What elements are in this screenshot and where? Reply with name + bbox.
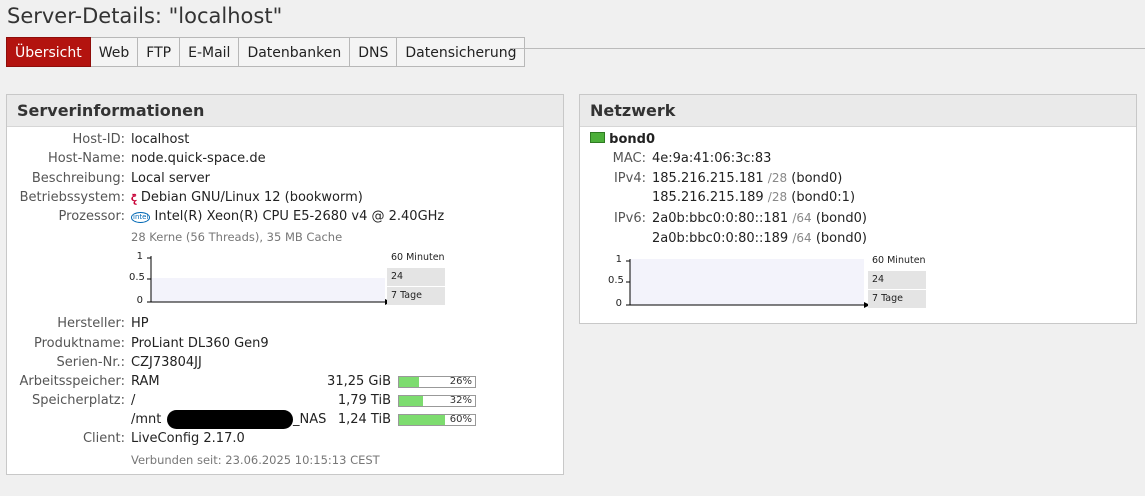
storage-root-usage-bar: 32% (398, 395, 476, 407)
load-range-60min[interactable]: 60 Minuten (387, 249, 445, 267)
ipv6-address: 2a0b:bbc0:0:80::189 (652, 231, 789, 246)
network-title: Netzwerk (580, 95, 1136, 127)
memory-usage-text: 26% (449, 376, 472, 387)
ipv4-label: IPv4: (613, 171, 646, 186)
ipv6-address: 2a0b:bbc0:0:80::181 (652, 211, 789, 226)
host-name-label: Host-Name: (47, 151, 125, 166)
storage-nas-usage-bar: 60% (398, 414, 476, 426)
load-tick-0: 0 (136, 295, 143, 306)
ipv4-row-1: 185.216.215.181 /28 (bond0) (652, 171, 842, 186)
traffic-tick-1: 1 (615, 254, 622, 265)
product-label: Produktname: (34, 336, 125, 351)
client-label: Client: (82, 431, 125, 446)
server-info-title: Serverinformationen (7, 95, 563, 127)
memory-usage-fill (399, 377, 419, 387)
product-value: ProLiant DL360 Gen9 (131, 336, 269, 351)
traffic-chart-plot (626, 259, 870, 308)
ipv4-device: (bond0:1) (791, 190, 856, 205)
load-chart: 1 0.5 0 60 Minuten 24 Stunden 7 Tage (125, 251, 455, 311)
description-label: Beschreibung: (31, 171, 125, 186)
load-chart-area (151, 278, 385, 302)
traffic-chart: 1 0.5 0 60 Minuten 24 Stunden 7 Tage (604, 254, 934, 314)
tab-email[interactable]: E-Mail (180, 37, 240, 67)
ipv6-label: IPv6: (613, 211, 646, 226)
redaction-mark (167, 410, 293, 429)
mac-value: 4e:9a:41:06:3c:83 (652, 151, 772, 166)
traffic-range-7d[interactable]: 7 Tage (868, 290, 926, 308)
ipv4-prefix: /28 (767, 190, 788, 204)
storage-nas-usage-fill (399, 415, 445, 425)
page-title: Server-Details: "localhost" (7, 4, 283, 28)
traffic-tick-0: 0 (615, 298, 622, 309)
host-id-label: Host-ID: (72, 132, 125, 147)
traffic-range-60min[interactable]: 60 Minuten (868, 252, 926, 270)
ipv6-prefix: /64 (792, 231, 812, 245)
client-connected-since: Verbunden seit: 23.06.2025 10:15:13 CEST (131, 453, 380, 467)
tab-bar: Übersicht Web FTP E-Mail Datenbanken DNS… (6, 37, 526, 67)
storage-label: Speicherplatz: (32, 393, 125, 408)
intel-icon: intel (131, 212, 151, 223)
traffic-range-24h[interactable]: 24 Stunden (868, 271, 926, 303)
tab-ftp[interactable]: FTP (138, 37, 181, 67)
memory-name: RAM (131, 374, 160, 389)
interface-name: bond0 (609, 132, 655, 147)
manufacturer-value: HP (131, 316, 149, 331)
cpu-detail: 28 Kerne (56 Threads), 35 MB Cache (131, 230, 343, 244)
network-panel: Netzwerk bond0 MAC: 4e:9a:41:06:3c:83 IP… (579, 94, 1137, 324)
tab-databases[interactable]: Datenbanken (239, 37, 351, 67)
interface-row: bond0 (590, 132, 655, 147)
load-range-24h[interactable]: 24 Stunden (387, 268, 445, 300)
storage-root-usage-fill (399, 396, 424, 406)
storage-root-usage-text: 32% (449, 395, 472, 406)
host-id-value: localhost (131, 132, 190, 147)
server-info-panel: Serverinformationen Host-ID: localhost H… (6, 94, 564, 475)
storage-size-root: 1,79 TiB (337, 393, 391, 408)
load-chart-plot (147, 256, 391, 305)
tab-web[interactable]: Web (90, 37, 139, 67)
host-name-value: node.quick-space.de (131, 151, 266, 166)
debian-icon: ෫ (131, 190, 137, 205)
storage-path-root: / (131, 393, 136, 408)
ipv4-address: 185.216.215.181 (652, 171, 764, 186)
manufacturer-label: Hersteller: (57, 316, 125, 331)
ipv6-device: (bond0) (815, 211, 867, 226)
memory-usage-bar: 26% (398, 376, 476, 388)
cpu-name: Intel(R) Xeon(R) CPU E5-2680 v4 @ 2.40GH… (154, 209, 445, 224)
memory-size: 31,25 GiB (327, 374, 391, 389)
tab-dns[interactable]: DNS (350, 37, 398, 67)
storage-nas-usage-text: 60% (449, 414, 472, 425)
ipv4-address: 185.216.215.189 (652, 190, 764, 205)
client-value: LiveConfig 2.17.0 (131, 431, 245, 446)
tab-divider (510, 48, 1145, 49)
storage-size-nas: 1,24 TiB (337, 412, 391, 427)
ipv6-device: (bond0) (815, 231, 867, 246)
serial-label: Serien-Nr.: (56, 355, 125, 370)
description-value: Local server (131, 171, 210, 186)
cpu-label: Prozessor: (58, 209, 125, 224)
traffic-chart-area (630, 259, 864, 305)
cpu-value: intel Intel(R) Xeon(R) CPU E5-2680 v4 @ … (131, 209, 444, 224)
ipv6-row-2: 2a0b:bbc0:0:80::189 /64 (bond0) (652, 231, 867, 246)
os-label: Betriebssystem: (19, 190, 125, 205)
os-value: ෫ Debian GNU/Linux 12 (bookworm) (131, 190, 363, 205)
ipv4-device: (bond0) (791, 171, 843, 186)
storage-path-nas-prefix: /mnt (131, 412, 162, 427)
ipv6-row-1: 2a0b:bbc0:0:80::181 /64 (bond0) (652, 211, 867, 226)
load-tick-05: 0.5 (129, 272, 145, 283)
tab-overview[interactable]: Übersicht (6, 37, 91, 67)
os-name: Debian GNU/Linux 12 (bookworm) (140, 190, 363, 205)
memory-label: Arbeitsspeicher: (19, 374, 126, 389)
load-tick-1: 1 (136, 251, 143, 262)
mac-label: MAC: (612, 151, 646, 166)
ipv4-prefix: /28 (767, 171, 788, 185)
ipv4-row-2: 185.216.215.189 /28 (bond0:1) (652, 190, 855, 205)
tab-backup[interactable]: Datensicherung (397, 37, 526, 67)
ipv6-prefix: /64 (792, 211, 812, 225)
load-range-7d[interactable]: 7 Tage (387, 287, 445, 305)
network-interface-icon (590, 132, 605, 143)
serial-value: CZJ73804JJ (131, 355, 202, 370)
traffic-tick-05: 0.5 (608, 275, 624, 286)
